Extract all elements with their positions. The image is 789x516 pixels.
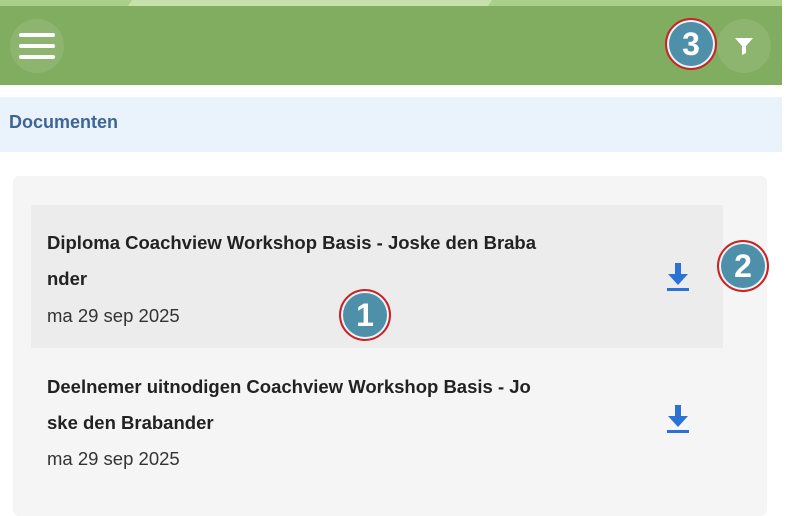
topbar-accent-highlight bbox=[127, 0, 493, 6]
page-title: Documenten bbox=[9, 112, 119, 132]
document-name: Deelnemer uitnodigen Coachview Workshop … bbox=[47, 376, 531, 433]
download-icon bbox=[667, 405, 689, 433]
download-button[interactable] bbox=[665, 261, 691, 293]
filter-funnel-icon bbox=[735, 38, 753, 55]
annotation-marker-2: 2 bbox=[717, 240, 769, 292]
menu-button[interactable] bbox=[10, 19, 64, 73]
section-header: Documenten bbox=[0, 97, 782, 152]
download-icon bbox=[667, 263, 689, 291]
filter-button[interactable] bbox=[717, 19, 771, 73]
annotation-marker-1: 1 bbox=[339, 289, 391, 341]
document-name: Diploma Coachview Workshop Basis - Joske… bbox=[47, 232, 537, 289]
download-button[interactable] bbox=[665, 403, 691, 435]
annotation-marker-3: 3 bbox=[665, 18, 717, 70]
hamburger-menu-icon bbox=[19, 33, 55, 59]
document-item[interactable]: Deelnemer uitnodigen Coachview Workshop … bbox=[31, 349, 723, 489]
document-date: ma 29 sep 2025 bbox=[47, 305, 180, 326]
document-date: ma 29 sep 2025 bbox=[47, 448, 180, 469]
